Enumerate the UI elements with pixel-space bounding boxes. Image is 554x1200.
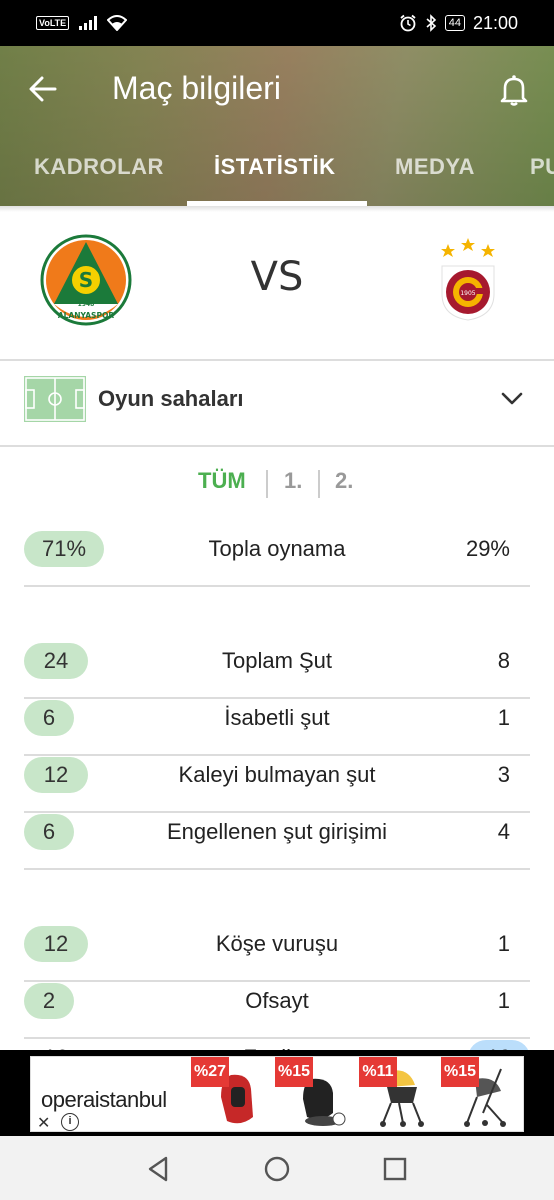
signal-icon [79, 16, 98, 30]
ad-close-icon[interactable]: ✕ [37, 1113, 50, 1133]
period-tab-all[interactable]: TÜM [198, 468, 246, 494]
period-tab-second-half[interactable]: 2. [335, 468, 353, 494]
stat-away-value: 29% [465, 536, 510, 561]
bell-icon [500, 75, 528, 106]
battery-icon: 44 [444, 15, 465, 31]
ad-product[interactable]: %11 [359, 1057, 435, 1133]
stat-row: 2 Ofsayt 1 [24, 983, 530, 1039]
period-separator [266, 470, 268, 498]
section-divider [0, 359, 554, 361]
period-tabs: TÜM 1. 2. [0, 468, 554, 504]
ad-info-icon[interactable]: i [61, 1113, 79, 1131]
stat-row: 6 Engellenen şut girişimi 4 [24, 814, 530, 870]
period-tab-first-half[interactable]: 1. [284, 468, 302, 494]
stat-row: 12 Köşe vuruşu 1 [24, 926, 530, 982]
teams-row: S 1948 ALANYASPOR VS 1905 [0, 212, 554, 360]
stat-name: Kaleyi bulmayan şut [178, 762, 376, 787]
alarm-icon [400, 14, 416, 32]
clock: 21:00 [472, 12, 518, 33]
stat-row: 71% Topla oynama 29% [24, 531, 530, 587]
stat-away-value: 1 [497, 931, 510, 956]
stat-away-value: 1 [497, 705, 510, 730]
nav-back-icon[interactable] [144, 1154, 174, 1184]
stat-away-value: 8 [497, 648, 510, 673]
nav-home-icon[interactable] [262, 1154, 292, 1184]
stat-name: İsabetli şut [224, 705, 330, 730]
away-logo-year: 1905 [460, 290, 475, 297]
status-right: 44 21:00 [399, 13, 518, 34]
back-button[interactable] [26, 72, 60, 106]
tab-istatistik[interactable]: İSTATİSTİK [214, 142, 336, 206]
app-header: Maç bilgileri KADROLAR İSTATİSTİK MEDYA … [0, 46, 554, 206]
page-title: Maç bilgileri [112, 70, 281, 106]
ad-product[interactable]: %15 [441, 1057, 517, 1133]
stat-name: Engellenen şut girişimi [166, 819, 388, 844]
ad-banner[interactable]: operaistanbul %27 %15 %11 %15 ✕ i [30, 1056, 524, 1132]
nav-recents-icon[interactable] [380, 1154, 410, 1184]
ad-brand: operaistanbul [41, 1087, 167, 1112]
stat-row: 6 İsabetli şut 1 [24, 700, 530, 756]
tab-kadrolar[interactable]: KADROLAR [34, 142, 164, 206]
active-tab-indicator [187, 201, 367, 206]
stat-name: Topla oynama [208, 536, 346, 561]
status-bar: VoLTE 44 21:00 [0, 0, 554, 46]
notification-button[interactable] [494, 70, 534, 110]
ad-banner-container: operaistanbul %27 %15 %11 %15 ✕ i [0, 1050, 554, 1136]
stat-away-value: 3 [497, 762, 510, 787]
period-separator [318, 470, 320, 498]
galatasaray-logo[interactable]: 1905 [436, 232, 500, 324]
ad-product[interactable]: %15 [275, 1057, 351, 1133]
stat-away-value: 1 [497, 988, 510, 1013]
tab-pu[interactable]: PU [530, 142, 554, 206]
volte-indicator: VoLTE [36, 16, 70, 30]
stat-row: 12 Kaleyi bulmayan şut 3 [24, 757, 530, 813]
stat-away-value: 4 [497, 819, 510, 844]
stat-row: 24 Toplam Şut 8 [24, 643, 530, 699]
discount-badge: %27 [191, 1057, 229, 1087]
back-arrow-icon [29, 76, 57, 102]
discount-badge: %11 [359, 1057, 397, 1087]
tab-bar: KADROLAR İSTATİSTİK MEDYA PU [0, 142, 554, 206]
home-logo-year: 1948 [78, 301, 95, 308]
wifi-icon [107, 15, 128, 31]
section-divider [0, 445, 554, 447]
stat-name: Ofsayt [245, 988, 309, 1013]
bluetooth-icon [426, 14, 436, 32]
status-left: VoLTE [36, 15, 128, 31]
discount-badge: %15 [441, 1057, 479, 1087]
stat-name: Toplam Şut [221, 648, 333, 673]
pitch-section-label: Oyun sahaları [98, 386, 244, 411]
pitch-section-toggle[interactable]: Oyun sahaları [0, 362, 554, 446]
tab-medya[interactable]: MEDYA [395, 142, 475, 206]
toolbar: Maç bilgileri [0, 46, 554, 136]
ad-product[interactable]: %27 [191, 1057, 267, 1133]
football-pitch-icon [24, 376, 86, 422]
system-navigation-bar [0, 1136, 554, 1200]
home-logo-text: ALANYASPOR [58, 311, 114, 320]
stat-name: Köşe vuruşu [215, 931, 339, 956]
discount-badge: %15 [275, 1057, 313, 1087]
chevron-down-icon [501, 392, 523, 405]
